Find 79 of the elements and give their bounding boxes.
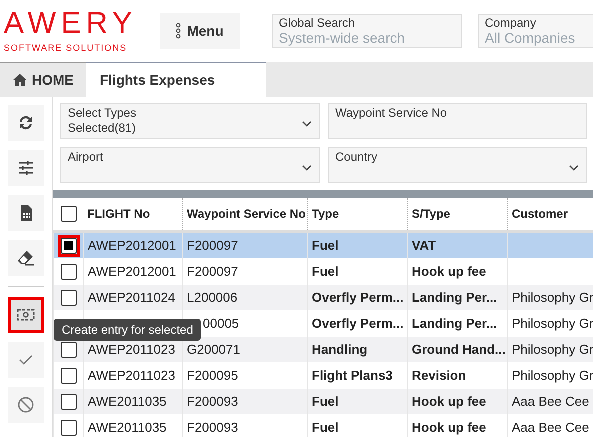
table-cell: Philosophy Gr: [512, 368, 593, 383]
filter-dropdown[interactable]: Airport: [60, 147, 320, 183]
home-icon: [12, 73, 28, 87]
table-cell: Philosophy Gr: [512, 290, 593, 305]
column-header[interactable]: Type: [308, 198, 408, 232]
column-header[interactable]: FLIGHT No: [84, 198, 182, 232]
menu-button[interactable]: Menu: [160, 13, 240, 49]
tab[interactable]: Flights Expenses: [86, 62, 266, 97]
row-checkbox[interactable]: [60, 342, 76, 358]
toolbar-button[interactable]: [8, 105, 44, 141]
filter-dropdown[interactable]: Select Types Selected(81): [60, 103, 320, 139]
field-label: Global Search: [279, 16, 356, 30]
table-cell: Hook up fee: [412, 394, 486, 409]
chevron-down-icon: [302, 121, 312, 127]
table-cell: Landing Per...: [412, 316, 498, 331]
toolbar-button[interactable]: [8, 195, 44, 231]
filter-field[interactable]: Waypoint Service No: [328, 103, 587, 139]
column-header[interactable]: Waypoint Service No: [182, 198, 308, 232]
table-cell: Landing Per...: [412, 290, 498, 305]
table-cell: Revision: [412, 368, 466, 383]
row-checkbox[interactable]: [60, 394, 76, 410]
table-cell: AWE2011035: [88, 394, 167, 409]
field-label: Company: [485, 16, 538, 30]
table-cell: AWEP2012001: [88, 264, 176, 279]
row-checkbox[interactable]: [60, 290, 76, 306]
table-cell: Philosophy Gr: [512, 316, 593, 331]
table-cell: G200071: [187, 342, 240, 357]
table-cell: Fuel: [312, 264, 339, 279]
table-cell: F200093: [187, 394, 238, 409]
table-cell: AWE2011035: [88, 420, 167, 435]
prohibited-icon: [16, 395, 36, 415]
chevron-down-icon: [302, 165, 312, 171]
table-cell: Ground Hand...: [412, 342, 506, 357]
table-cell: F200097: [187, 238, 238, 253]
row-checkbox[interactable]: [60, 420, 76, 436]
table-cell: Handling: [312, 342, 368, 357]
table-cell: Overfly Perm...: [312, 290, 404, 305]
table-cell: AWEP2012001: [88, 238, 176, 253]
kebab-icon: [176, 23, 182, 39]
table-cell: 00005: [203, 316, 240, 331]
row-checkbox[interactable]: [60, 264, 76, 280]
table-cell: Flight Plans3: [312, 368, 393, 383]
toolbar-button[interactable]: [8, 387, 44, 423]
column-header[interactable]: S/Type: [408, 198, 508, 232]
logo-wordmark: AWERY: [4, 9, 138, 39]
search-input[interactable]: System-wide search: [279, 30, 455, 46]
table-cell: Fuel: [312, 420, 339, 435]
table-cell: Fuel: [312, 238, 339, 253]
tooltip: Create entry for selected: [54, 319, 202, 341]
table-cell: F200095: [187, 368, 238, 383]
select-all-checkbox[interactable]: [60, 206, 76, 222]
table-cell: Aaa Bee Cee: [512, 420, 590, 435]
table-cell: VAT: [412, 238, 436, 253]
table-cell: L200006: [187, 290, 238, 305]
chevron-down-icon: [569, 165, 579, 171]
toolbar-button[interactable]: [8, 240, 44, 276]
column-header[interactable]: Customer: [508, 198, 593, 232]
table-cell: Hook up fee: [412, 264, 486, 279]
table-cell: F200097: [187, 264, 238, 279]
company-input[interactable]: All Companies: [485, 30, 587, 46]
table-cell: Philosophy Gr: [512, 342, 593, 357]
table-cell: Fuel: [312, 394, 339, 409]
table-cell: Hook up fee: [412, 420, 486, 435]
table-cell: F200093: [187, 420, 238, 435]
toolbar-button[interactable]: [8, 150, 44, 186]
eraser-icon: [16, 248, 36, 268]
filter-dropdown[interactable]: Country: [328, 147, 587, 183]
row-checkbox[interactable]: [60, 238, 76, 254]
table-cell: Overfly Perm...: [312, 316, 404, 331]
logo-tagline: SOFTWARE SOLUTIONS: [4, 43, 128, 53]
row-checkbox[interactable]: [60, 368, 76, 384]
global-search-field[interactable]: Global Search System-wide search: [272, 14, 462, 48]
table-cell: Aaa Bee Cee: [512, 394, 590, 409]
table-cell: AWEP2011023: [88, 368, 176, 383]
company-field[interactable]: Company All Companies: [478, 14, 593, 48]
table-cell: AWEP2011023: [88, 342, 176, 357]
table-cell: AWEP2011024: [88, 290, 176, 305]
toolbar-button[interactable]: [8, 297, 44, 333]
sliders-icon: [16, 158, 36, 178]
